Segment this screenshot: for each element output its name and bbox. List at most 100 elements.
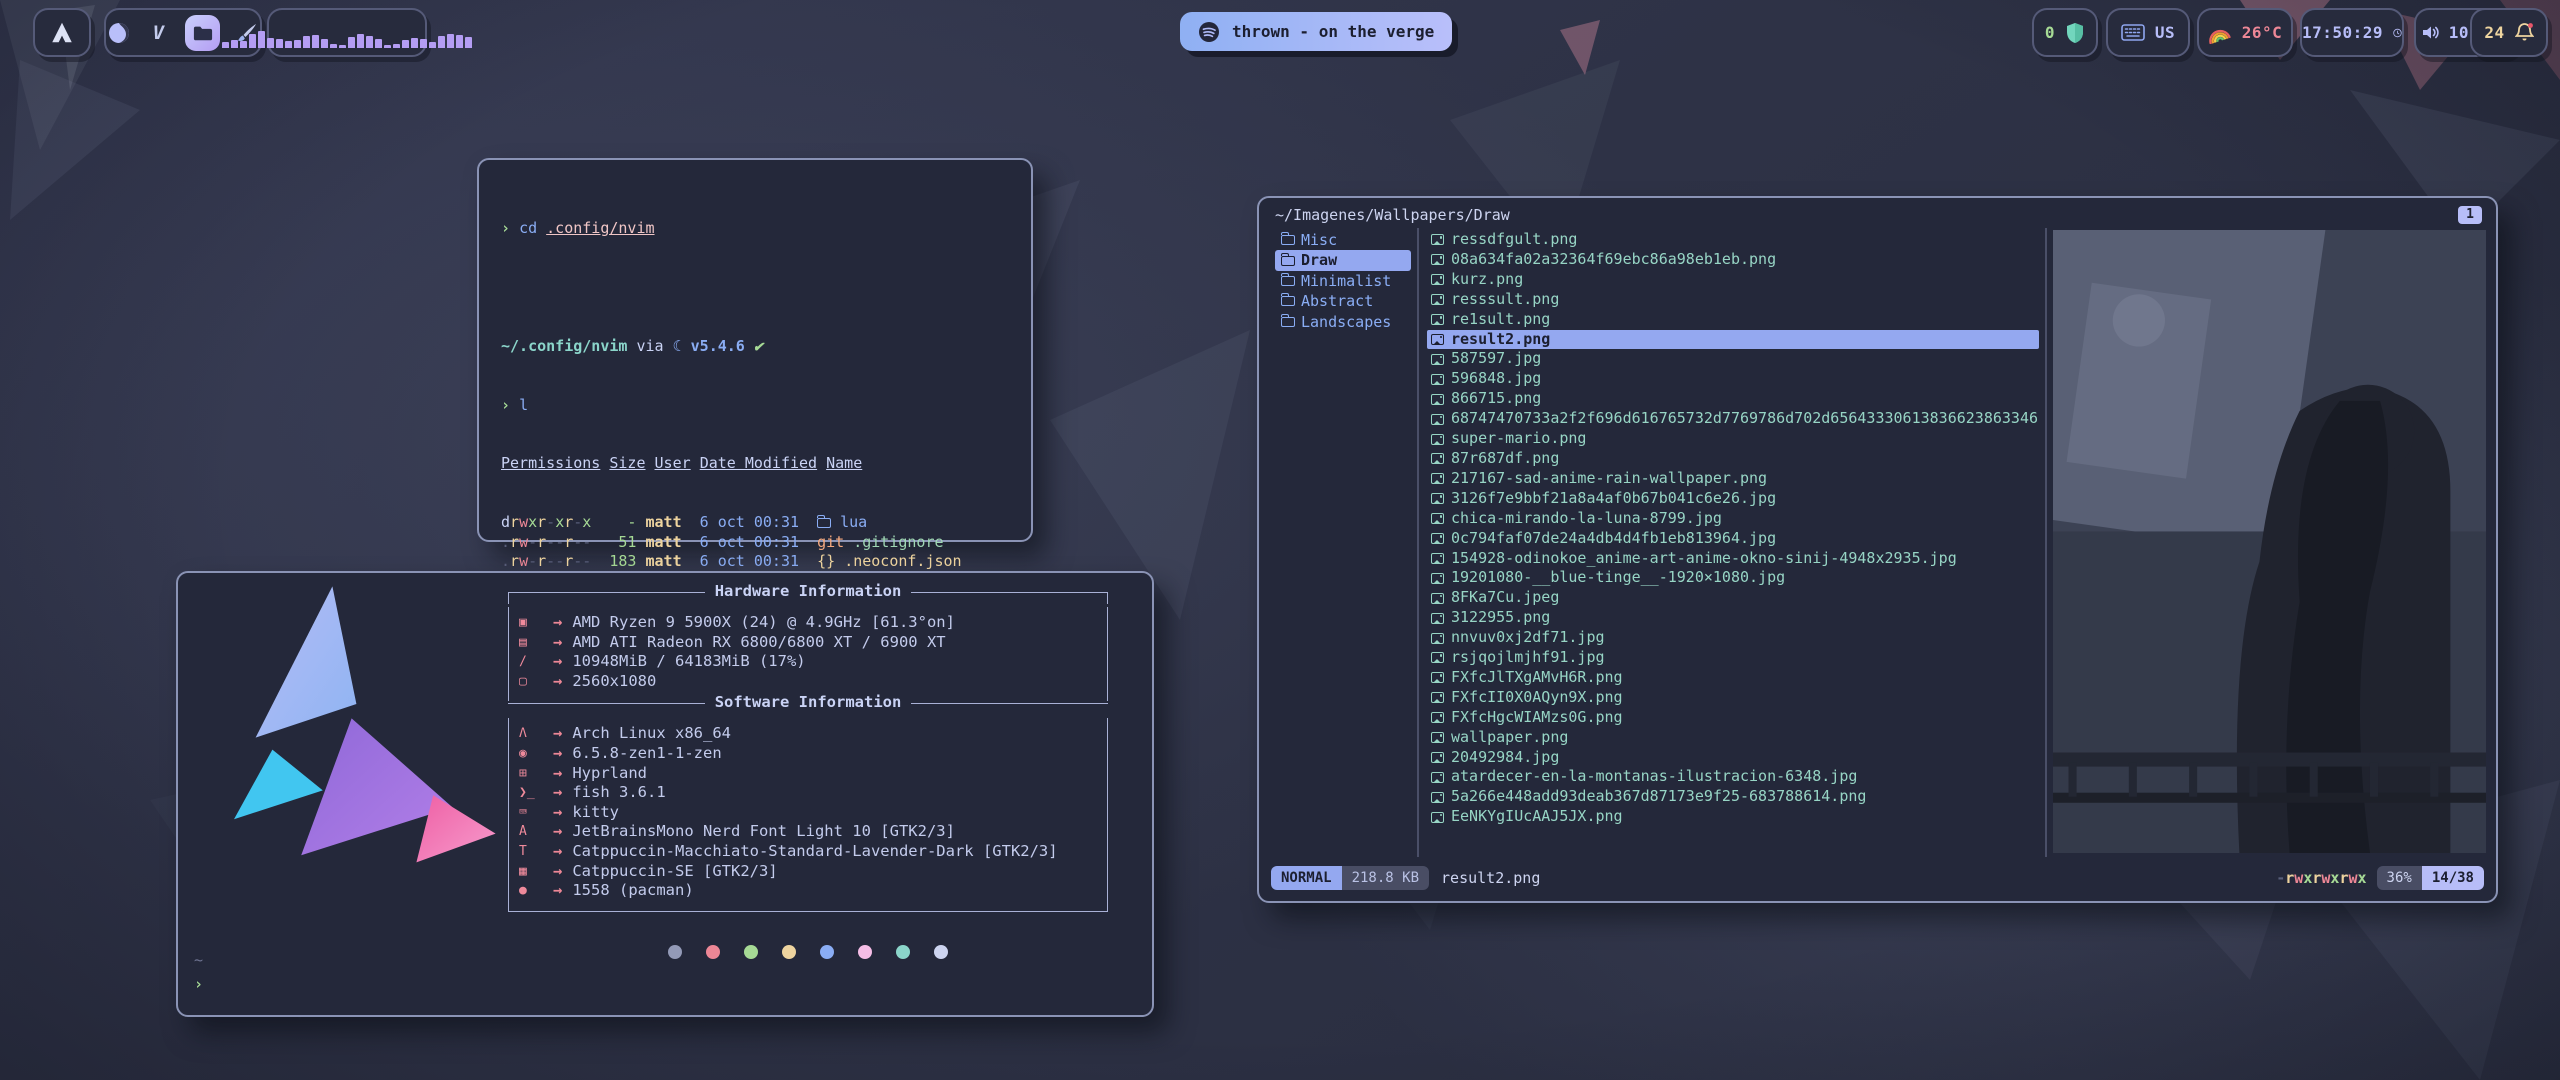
launcher-button[interactable]: [33, 8, 91, 57]
file-row[interactable]: 3126f7e9bbf21a8a4af0b67b041c6e26.jpg: [1427, 489, 2039, 509]
arrow-icon: →: [553, 672, 562, 692]
file-row[interactable]: ressdfgult.png: [1427, 230, 2039, 250]
file-row[interactable]: 68747470733a2f2f696d616765732d7769786d70…: [1427, 409, 2039, 429]
file-row[interactable]: 866715.png: [1427, 389, 2039, 409]
file-row[interactable]: result2.png: [1427, 330, 2039, 350]
visualizer-bar: [285, 41, 292, 48]
image-icon: [1431, 812, 1444, 823]
color-dot: [934, 945, 948, 959]
now-playing-pill[interactable]: thrown - on the verge: [1180, 12, 1452, 51]
file-row[interactable]: 3122955.png: [1427, 608, 2039, 628]
image-icon: [1431, 453, 1444, 464]
fetch-prompt[interactable]: ›: [194, 975, 203, 993]
color-dot: [668, 945, 682, 959]
image-icon: [1431, 652, 1444, 663]
fetch-row: ◉→6.5.8-zen1-1-zen: [519, 744, 1107, 764]
file-row[interactable]: FXfcII0X0AQyn9X.png: [1427, 688, 2039, 708]
file-row[interactable]: re1sult.png: [1427, 310, 2039, 330]
visualizer-bar: [366, 36, 373, 48]
terminal-window[interactable]: › cd .config/nvim ~/.config/nvim via ☾ v…: [477, 158, 1033, 542]
workspace-firefox[interactable]: [106, 20, 132, 46]
image-icon: [1431, 533, 1444, 544]
visualizer-bar: [294, 40, 301, 48]
terminal-icon: ⌨: [519, 803, 553, 823]
sidebar-item-abstract[interactable]: Abstract: [1275, 291, 1411, 311]
file-row[interactable]: 0c794faf07de24a4db4d4fb1eb813964.jpg: [1427, 529, 2039, 549]
file-row[interactable]: rsjqojlmjhf91.jpg: [1427, 648, 2039, 668]
image-icon: [1431, 513, 1444, 524]
file-row[interactable]: 217167-sad-anime-rain-wallpaper.png: [1427, 469, 2039, 489]
parent-directory-list: MiscDrawMinimalistAbstractLandscapes: [1275, 230, 1411, 332]
file-row[interactable]: EeNKYgIUcAAJ5JX.png: [1427, 807, 2039, 827]
file-manager-window[interactable]: ~/Imagenes/Wallpapers/Draw 1 MiscDrawMin…: [1257, 196, 2498, 903]
tab-badge[interactable]: 1: [2458, 206, 2482, 224]
file-row[interactable]: 596848.jpg: [1427, 369, 2039, 389]
terminal-context-line: ~/.config/nvim via ☾ v5.4.6 ✔: [501, 337, 1009, 357]
file-row[interactable]: FXfcHgcWIAMzs0G.png: [1427, 708, 2039, 728]
file-row[interactable]: kurz.png: [1427, 270, 2039, 290]
software-section-header: Software Information: [508, 700, 1108, 718]
file-row[interactable]: atardecer-en-la-montanas-ilustracion-634…: [1427, 767, 2039, 787]
fetch-window[interactable]: Hardware Information ▣→AMD Ryzen 9 5900X…: [176, 571, 1154, 1017]
fetch-row: ▣→AMD Ryzen 9 5900X (24) @ 4.9GHz [61.3°…: [519, 613, 1107, 633]
arch-crystal-logo: [198, 579, 498, 889]
visualizer-bar: [375, 39, 382, 48]
file-row[interactable]: resssult.png: [1427, 290, 2039, 310]
file-row[interactable]: 5a266e448add93deab367d87173e9f25-6837886…: [1427, 787, 2039, 807]
sidebar-item-minimalist[interactable]: Minimalist: [1275, 271, 1411, 291]
file-row[interactable]: 08a634fa02a32364f69ebc86a98eb1eb.png: [1427, 250, 2039, 270]
file-row[interactable]: FXfcJlTXgAMvH6R.png: [1427, 668, 2039, 688]
visualizer-bar: [222, 42, 229, 48]
folder-icon: [1281, 317, 1295, 327]
image-icon: [1431, 593, 1444, 604]
packages-icon: ●: [519, 881, 553, 901]
workspace-vim[interactable]: V: [146, 20, 172, 46]
notifications-module[interactable]: 24: [2470, 8, 2548, 57]
color-dot: [706, 945, 720, 959]
file-row[interactable]: chica-mirando-la-luna-8799.jpg: [1427, 509, 2039, 529]
color-dot: [858, 945, 872, 959]
fetch-row: ▦→Catppuccin-SE [GTK2/3]: [519, 862, 1107, 882]
file-row[interactable]: super-mario.png: [1427, 429, 2039, 449]
fetch-row: Λ→Arch Linux x86_64: [519, 724, 1107, 744]
sidebar-item-misc[interactable]: Misc: [1275, 230, 1411, 250]
fetch-row: ⌨→kitty: [519, 803, 1107, 823]
visualizer-bar: [465, 37, 472, 48]
file-row[interactable]: wallpaper.png: [1427, 728, 2039, 748]
image-icon: [1431, 334, 1444, 345]
image-icon: [1431, 672, 1444, 683]
updates-module[interactable]: 0: [2032, 8, 2098, 57]
image-icon: [1431, 573, 1444, 584]
fetch-row: ∕→10948MiB / 64183MiB (17%): [519, 652, 1107, 672]
weather-module[interactable]: 26°C: [2197, 8, 2293, 57]
memory-icon: ∕: [519, 652, 553, 672]
workspace-files-active[interactable]: [185, 15, 220, 51]
file-row[interactable]: 587597.jpg: [1427, 349, 2039, 369]
file-list: ressdfgult.png08a634fa02a32364f69ebc86a9…: [1427, 230, 2039, 827]
arrow-icon: →: [553, 842, 562, 862]
date-value: 24: [2484, 23, 2504, 42]
visualizer-bar: [429, 42, 436, 48]
visualizer-bar: [348, 37, 355, 48]
file-row[interactable]: nnvuv0xj2df71.jpg: [1427, 628, 2039, 648]
sidebar-item-draw[interactable]: Draw: [1275, 250, 1411, 270]
image-icon: [1431, 692, 1444, 703]
rainbow-icon: [2208, 22, 2232, 44]
fetch-row: ●→1558 (pacman): [519, 881, 1107, 901]
file-row[interactable]: 87r687df.png: [1427, 449, 2039, 469]
file-row[interactable]: 20492984.jpg: [1427, 748, 2039, 768]
file-row[interactable]: 19201080-__blue-tinge__-1920×1080.jpg: [1427, 568, 2039, 588]
visualizer-bar: [303, 36, 310, 48]
visualizer-bar: [411, 38, 418, 48]
arrow-icon: →: [553, 633, 562, 653]
clock-module[interactable]: 17:50:29: [2300, 8, 2404, 57]
color-dot: [744, 945, 758, 959]
software-title: Software Information: [705, 693, 912, 711]
shell-icon: ❯_: [519, 783, 553, 803]
file-row[interactable]: 154928-odinokoe_anime-art-anime-okno-sin…: [1427, 549, 2039, 569]
file-row[interactable]: 8FKa7Cu.jpeg: [1427, 588, 2039, 608]
keyboard-layout-module[interactable]: US: [2106, 8, 2190, 57]
sidebar-item-landscapes[interactable]: Landscapes: [1275, 312, 1411, 332]
folder-icon: [1281, 276, 1295, 286]
font-icon: A: [519, 822, 553, 842]
